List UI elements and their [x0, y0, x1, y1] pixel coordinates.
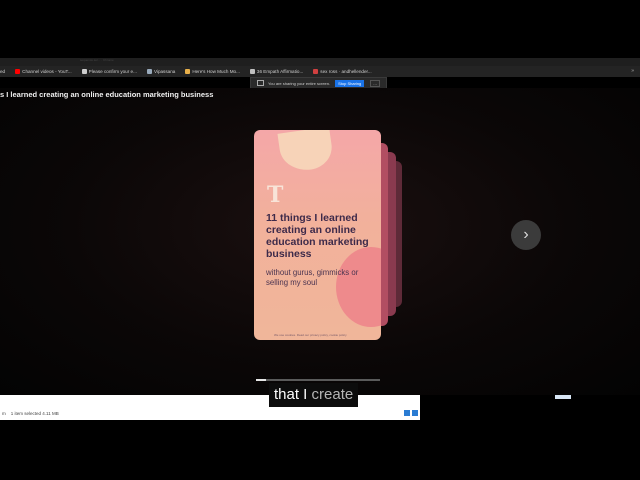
- letterbox-top: [0, 0, 640, 58]
- selection-count: 1 item selected 4.11 MB: [10, 411, 59, 416]
- decorative-blob-top: [277, 130, 335, 174]
- next-slide-button[interactable]: ›: [511, 220, 541, 250]
- explorer-status: m 1 item selected 4.11 MB: [2, 411, 59, 416]
- bookmarks-bar: ed Channel videos - YouT... Please confirm…: [0, 66, 640, 77]
- bookmarks-overflow-button[interactable]: »: [631, 68, 634, 74]
- stop-sharing-button[interactable]: Stop Sharing: [335, 79, 365, 87]
- screen-share-icon: [257, 80, 264, 86]
- plus-icon: [81, 69, 87, 74]
- details-view-icon[interactable]: [404, 410, 410, 416]
- bookmark-item[interactable]: Channel videos - YouT...: [15, 69, 72, 74]
- letterbox-bottom: [0, 420, 640, 480]
- caption-trail: create: [311, 386, 354, 403]
- bookmark-item[interactable]: Vipassana: [146, 69, 176, 74]
- large-icons-view-icon[interactable]: [412, 410, 418, 416]
- explorer-scrollbar[interactable]: [555, 395, 571, 399]
- bookmark-label: Please confirm your e...: [88, 69, 137, 74]
- brand-logo-icon: T: [267, 182, 284, 208]
- bookmark-label: Channel videos - YouT...: [22, 69, 72, 74]
- bookmark-label: Here's How Much Mo...: [192, 69, 240, 74]
- carousel-progress[interactable]: [256, 379, 380, 381]
- carousel-card[interactable]: T 11 things I learned creating an online…: [254, 130, 381, 340]
- bookmark-label: ed: [0, 69, 6, 74]
- bookmark-label: sex ross · andhellender...: [320, 69, 372, 74]
- bookmark-item[interactable]: Please confirm your e...: [81, 69, 137, 74]
- card-headline: 11 things I learned creating an online e…: [266, 212, 369, 260]
- hide-banner-button[interactable]: ...: [370, 79, 381, 87]
- caption-lead: that I: [274, 386, 308, 403]
- carousel-progress-fill: [256, 379, 266, 381]
- bookmark-label: Vipassana: [153, 69, 176, 74]
- card-footer-text: We use cookies. Read our privacy policy,…: [274, 333, 347, 337]
- bookmark-item[interactable]: ed: [0, 69, 5, 74]
- card-subtitle: without gurus, gimmicks or selling my so…: [266, 268, 359, 287]
- page-icon: [249, 69, 255, 74]
- url-text[interactable]: sequence.so/... · Chrome: [80, 58, 380, 63]
- explorer-background: [420, 395, 640, 420]
- post-title: s I learned creating an online education…: [0, 90, 214, 99]
- page-icon: [313, 69, 319, 74]
- page-icon: [185, 69, 191, 74]
- status-prefix: m: [2, 411, 6, 416]
- bookmark-label: 36 Empath Affirmatio...: [256, 69, 304, 74]
- bookmark-item[interactable]: sex ross · andhellender...: [313, 69, 372, 74]
- video-caption: that I create: [269, 383, 359, 407]
- bookmark-item[interactable]: 36 Empath Affirmatio...: [249, 69, 304, 74]
- chevron-right-icon: ›: [523, 226, 529, 243]
- youtube-icon: [15, 69, 21, 74]
- globe-icon: [146, 69, 152, 74]
- share-message: You are sharing your entire screen.: [268, 80, 331, 86]
- bookmark-item[interactable]: Here's How Much Mo...: [185, 69, 240, 74]
